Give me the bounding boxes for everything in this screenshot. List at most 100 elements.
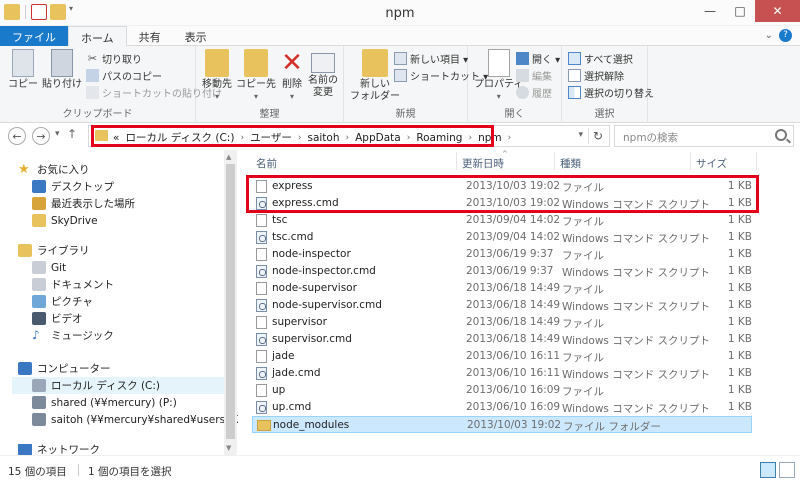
column-header-date[interactable]: 更新日時	[462, 150, 504, 172]
tab-share[interactable]: 共有	[127, 26, 173, 46]
back-button[interactable]: ←	[8, 127, 26, 145]
file-type: ファイル	[562, 250, 604, 262]
clipboard-group-label: クリップボード	[62, 109, 133, 120]
nav-git[interactable]: Git	[32, 259, 66, 276]
breadcrumb-npm[interactable]: npm	[478, 132, 502, 144]
details-view-icon[interactable]	[760, 462, 776, 478]
nav-recent-places[interactable]: 最近表示した場所	[32, 195, 135, 212]
nav-shared-drive[interactable]: shared (¥¥mercury) (P:)	[32, 394, 177, 411]
recent-locations-button[interactable]: ▾	[55, 129, 60, 139]
paste-button[interactable]: 貼り付け	[42, 49, 82, 91]
maximize-button[interactable]: □	[725, 0, 755, 22]
file-name: node-supervisor.cmd	[272, 299, 382, 311]
column-header-type[interactable]: 種類	[560, 150, 581, 172]
breadcrumb-overflow[interactable]: «	[113, 132, 119, 144]
file-row[interactable]: up 2013/06/10 16:09 ファイル 1 KB	[252, 382, 752, 399]
select-all-icon	[568, 51, 581, 65]
navpane-scrollbar[interactable]: ▲ ▼	[224, 150, 237, 455]
close-button[interactable]: ✕	[755, 0, 800, 22]
nav-computer[interactable]: コンピューター	[18, 360, 111, 377]
forward-button[interactable]: →	[32, 127, 50, 145]
file-row[interactable]: node-inspector 2013/06/19 9:37 ファイル 1 KB	[252, 246, 752, 263]
breadcrumb-separator[interactable]: ›	[240, 133, 244, 143]
file-row[interactable]: jade.cmd 2013/06/10 16:11 Windows コマンド スクリ…	[252, 365, 752, 382]
breadcrumb-separator[interactable]: ›	[508, 133, 512, 143]
refresh-button[interactable]: ↻	[593, 129, 603, 143]
column-header-size[interactable]: サイズ	[696, 150, 727, 172]
nav-saitoh-drive[interactable]: saitoh (¥¥mercury¥shared¥users) (Z:)	[32, 411, 251, 428]
sort-arrow-icon: ^	[502, 150, 508, 158]
file-row[interactable]: tsc 2013/09/04 14:02 ファイル 1 KB	[252, 212, 752, 229]
search-box[interactable]: npmの検索	[614, 125, 794, 147]
nav-music[interactable]: ♪ ミュージック	[32, 327, 114, 344]
file-row[interactable]: express 2013/10/03 19:02 ファイル 1 KB	[252, 178, 752, 195]
scroll-down-arrow-icon[interactable]: ▼	[226, 444, 231, 452]
address-bar[interactable]: « ローカル ディスク (C:) › ユーザー › saitoh › AppDa…	[88, 125, 610, 147]
search-icon[interactable]	[775, 129, 787, 141]
history-button[interactable]: 履歴	[516, 84, 552, 100]
tab-file[interactable]: ファイル	[0, 26, 68, 46]
videos-icon	[32, 312, 46, 325]
copy-path-button[interactable]: パスのコピー	[86, 67, 162, 83]
breadcrumb-separator[interactable]: ›	[468, 133, 472, 143]
file-name: express	[272, 180, 313, 192]
tab-home[interactable]: ホーム	[68, 26, 127, 47]
file-row[interactable]: node-supervisor.cmd 2013/06/18 14:49 Windo…	[252, 297, 752, 314]
copy-to-button[interactable]: コピー先 ▾	[236, 49, 276, 103]
nav-documents[interactable]: ドキュメント	[32, 276, 114, 293]
minimize-button[interactable]: —	[695, 0, 725, 22]
address-history-dropdown[interactable]: ▾	[578, 130, 583, 140]
invert-selection-button[interactable]: 選択の切り替え	[568, 84, 654, 100]
nav-pictures[interactable]: ピクチャ	[32, 293, 93, 310]
documents-icon	[32, 278, 46, 291]
column-header-name[interactable]: 名前	[256, 150, 277, 172]
file-type: Windows コマンド スクリプト	[562, 199, 711, 211]
expand-ribbon-icon[interactable]: ⌄	[765, 30, 773, 41]
breadcrumb-separator[interactable]: ›	[346, 133, 350, 143]
nav-desktop[interactable]: デスクトップ	[32, 178, 114, 195]
file-row[interactable]: supervisor.cmd 2013/06/18 14:49 Windows コマ…	[252, 331, 752, 348]
file-icon	[256, 214, 267, 227]
scrollbar-thumb[interactable]	[226, 164, 235, 439]
file-row[interactable]: jade 2013/06/10 16:11 ファイル 1 KB	[252, 348, 752, 365]
breadcrumb-appdata[interactable]: AppData	[355, 132, 401, 144]
open-button[interactable]: 開く ▾	[516, 50, 560, 66]
file-row[interactable]: node_modules 2013/10/03 19:02 ファイル フォルダー	[252, 416, 752, 433]
rename-button[interactable]: 名前の 変更	[308, 49, 338, 99]
up-button[interactable]: ↑	[67, 127, 77, 141]
breadcrumb-users[interactable]: ユーザー	[250, 130, 292, 145]
new-item-button[interactable]: 新しい項目 ▾	[394, 50, 468, 66]
select-none-button[interactable]: 選択解除	[568, 67, 624, 83]
file-row[interactable]: up.cmd 2013/06/10 16:09 Windows コマンド スクリプト…	[252, 399, 752, 416]
breadcrumb-local-disk[interactable]: ローカル ディスク (C:)	[125, 130, 234, 145]
scroll-up-arrow-icon[interactable]: ▲	[226, 153, 231, 161]
copy-button[interactable]: コピー	[8, 49, 38, 91]
move-to-button[interactable]: 移動先 ▾	[202, 49, 232, 103]
nav-libraries[interactable]: ライブラリ	[18, 242, 90, 259]
file-row[interactable]: node-inspector.cmd 2013/06/19 9:37 Windows…	[252, 263, 752, 280]
nav-skydrive[interactable]: SkyDrive	[32, 212, 98, 229]
breadcrumb-saitoh[interactable]: saitoh	[307, 132, 339, 144]
breadcrumb-roaming[interactable]: Roaming	[416, 132, 462, 144]
nav-videos[interactable]: ビデオ	[32, 310, 83, 327]
file-row[interactable]: tsc.cmd 2013/09/04 14:02 Windows コマンド スクリプ…	[252, 229, 752, 246]
breadcrumb-separator[interactable]: ›	[298, 133, 302, 143]
file-size: 1 KB	[727, 248, 752, 260]
file-size: 1 KB	[727, 401, 752, 413]
large-icons-view-icon[interactable]	[779, 462, 795, 478]
nav-network[interactable]: ネットワーク	[18, 444, 100, 455]
nav-favorites[interactable]: ★ お気に入り	[18, 161, 90, 178]
file-date: 2013/06/18 14:49	[466, 282, 561, 294]
file-row[interactable]: supervisor 2013/06/18 14:49 ファイル 1 KB	[252, 314, 752, 331]
tab-view[interactable]: 表示	[173, 26, 219, 46]
edit-button[interactable]: 編集	[516, 67, 552, 83]
file-row[interactable]: express.cmd 2013/10/03 19:02 Windows コマンド …	[252, 195, 752, 212]
file-row[interactable]: node-supervisor 2013/06/18 14:49 ファイル 1 KB	[252, 280, 752, 297]
new-folder-button[interactable]: 新しい フォルダー	[350, 49, 400, 103]
nav-local-disk[interactable]: ローカル ディスク (C:)	[12, 377, 224, 394]
help-icon[interactable]: ?	[779, 29, 792, 42]
cut-button[interactable]: ✂ 切り取り	[86, 50, 142, 66]
delete-button[interactable]: ✕ 削除 ▾	[278, 49, 306, 103]
breadcrumb-separator[interactable]: ›	[407, 133, 411, 143]
select-all-button[interactable]: すべて選択	[568, 50, 633, 66]
